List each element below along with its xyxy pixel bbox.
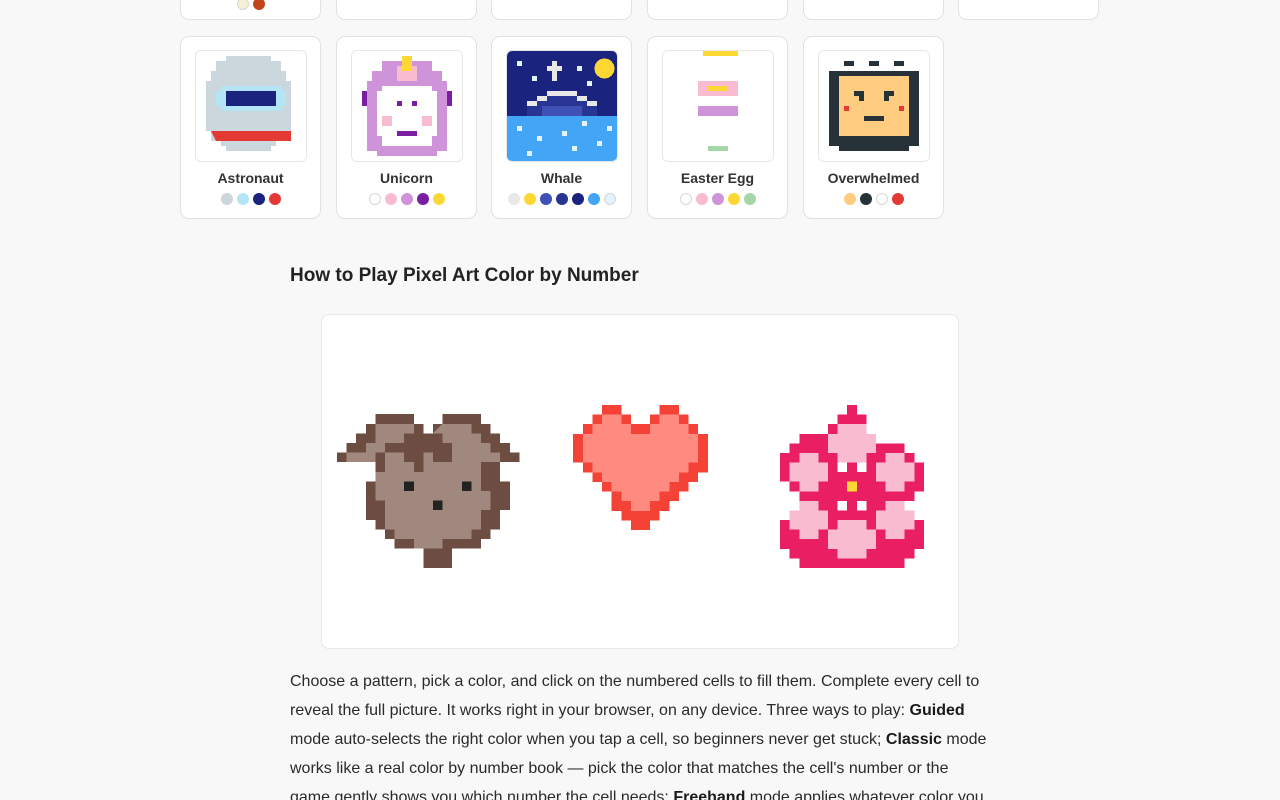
card-name: Whale	[540, 170, 583, 186]
color-swatches	[804, 193, 943, 205]
color-swatch	[368, 193, 381, 205]
howto-description: Choose a pattern, pick a color, and clic…	[290, 667, 990, 800]
unicorn-thumbnail	[351, 50, 463, 162]
color-swatch	[727, 193, 740, 205]
mode-classic-label: Classic	[885, 731, 942, 748]
color-swatch	[507, 193, 520, 205]
pattern-card[interactable]	[958, 0, 1099, 20]
desc-text: mode auto-selects the right color when y…	[290, 731, 886, 748]
card-name: Unicorn	[380, 170, 433, 186]
mode-guided-label: Guided	[909, 702, 965, 719]
color-swatches	[492, 193, 631, 205]
color-swatch	[843, 193, 856, 205]
color-swatch	[220, 193, 233, 205]
color-swatch	[268, 193, 281, 205]
color-swatches	[181, 193, 320, 205]
color-swatches	[648, 193, 787, 205]
color-swatch	[891, 193, 904, 205]
card-name: Easter Egg	[680, 170, 755, 186]
squirrel-pixel-icon	[337, 414, 520, 568]
pattern-card-overwhelmed[interactable]: Overwhelmed	[803, 36, 944, 219]
easter-egg-thumbnail	[662, 50, 774, 162]
overwhelmed-thumbnail	[818, 50, 930, 162]
color-swatch	[539, 193, 552, 205]
whale-thumbnail	[506, 50, 618, 162]
color-swatch	[679, 193, 692, 205]
pattern-card-whale[interactable]: Whale	[491, 36, 632, 219]
desc-text: mode applies whatever color you	[745, 789, 984, 800]
color-swatch	[236, 193, 249, 205]
color-swatch	[252, 193, 265, 205]
color-swatch	[555, 193, 568, 205]
card-name: Astronaut	[217, 170, 284, 186]
card-name: Overwhelmed	[827, 170, 920, 186]
pattern-card[interactable]	[180, 0, 321, 20]
color-swatch	[587, 193, 600, 205]
color-swatch	[236, 0, 249, 10]
howto-title: How to Play Pixel Art Color by Number	[290, 265, 639, 286]
desc-text: Choose a pattern, pick a color, and clic…	[290, 673, 980, 719]
heart-pixel-icon	[573, 405, 708, 530]
color-swatch	[252, 0, 265, 10]
color-swatch	[384, 193, 397, 205]
flower-pixel-icon	[780, 405, 924, 568]
color-swatches	[337, 193, 476, 205]
color-swatches	[181, 0, 320, 10]
color-swatch	[743, 193, 756, 205]
pattern-card-unicorn[interactable]: Unicorn	[336, 36, 477, 219]
demo-illustration	[321, 314, 959, 649]
astronaut-thumbnail	[195, 50, 307, 162]
mode-freehand-label: Freehand	[673, 789, 746, 800]
pattern-card[interactable]	[803, 0, 944, 20]
color-swatch	[603, 193, 616, 205]
color-swatch	[400, 193, 413, 205]
pattern-card[interactable]	[647, 0, 788, 20]
color-swatch	[875, 193, 888, 205]
color-swatch	[432, 193, 445, 205]
color-swatch	[711, 193, 724, 205]
pattern-card-easter-egg[interactable]: Easter Egg	[647, 36, 788, 219]
pattern-card-astronaut[interactable]: Astronaut	[180, 36, 321, 219]
color-swatch	[571, 193, 584, 205]
color-swatch	[416, 193, 429, 205]
color-swatch	[859, 193, 872, 205]
color-swatch	[523, 193, 536, 205]
pattern-card[interactable]	[491, 0, 632, 20]
color-swatch	[695, 193, 708, 205]
pattern-card[interactable]	[336, 0, 477, 20]
